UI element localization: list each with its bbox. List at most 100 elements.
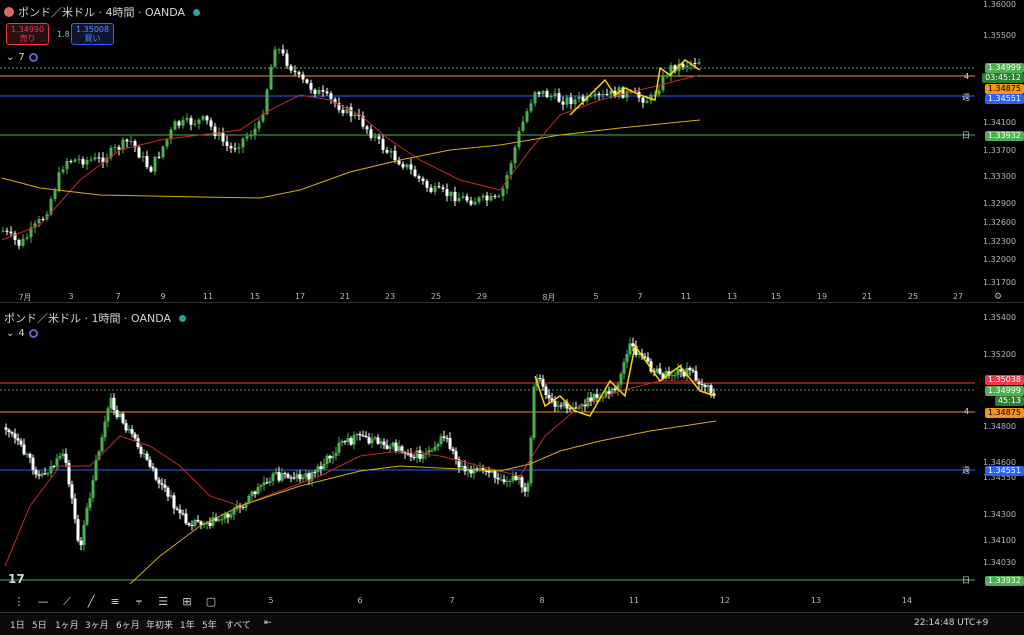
week-tag: 週: [962, 466, 970, 475]
cursor-dots-icon[interactable]: ⋮: [10, 595, 28, 609]
y-axis-tick: 1.32000: [983, 255, 1017, 264]
candle-body: [619, 373, 623, 385]
candle-body: [595, 394, 599, 398]
candle-body: [441, 187, 445, 190]
candle-body: [17, 239, 21, 246]
parallel-channel-icon[interactable]: ☰: [154, 595, 172, 609]
candle-body: [321, 89, 325, 92]
candle-body: [541, 91, 545, 95]
candle-body: [681, 63, 685, 68]
range-3m[interactable]: 3ヶ月: [85, 618, 109, 631]
candle-body: [175, 508, 179, 510]
candle-body: [517, 131, 521, 148]
range-ytd[interactable]: 年初来: [146, 618, 173, 631]
indicators-toggle[interactable]: ⌄ 4: [6, 328, 38, 339]
candle-body: [225, 141, 229, 146]
range-1y[interactable]: 1年: [180, 618, 195, 631]
candle-body: [187, 523, 191, 526]
rectangle-icon[interactable]: ▢: [202, 595, 220, 609]
candle-body: [190, 525, 194, 527]
candle-body: [442, 436, 446, 438]
y-axis-tick: 1.36000: [983, 0, 1017, 9]
candle-body: [658, 368, 662, 374]
candle-body: [259, 485, 263, 488]
x-axis-tick: 7: [115, 292, 121, 301]
indicators-toggle[interactable]: ⌄ 7: [6, 52, 38, 63]
candles: [4, 337, 716, 551]
chart-panel-4h[interactable]: ポンド／米ドル · 4時間 · OANDA 1.34990 売り 1.8 1.3…: [0, 0, 1024, 303]
candle-body: [292, 477, 296, 479]
candle-body: [532, 386, 536, 438]
candle-body: [553, 400, 557, 407]
candle-body: [265, 89, 269, 114]
candle-body: [568, 408, 572, 410]
candle-body: [153, 156, 157, 172]
chart-canvas-1h[interactable]: [0, 306, 1024, 608]
candle-body: [661, 75, 665, 91]
range-1m[interactable]: 1ヶ月: [55, 618, 79, 631]
candle-body: [541, 378, 545, 387]
range-1d[interactable]: 1日: [10, 618, 25, 631]
horizontal-line-icon[interactable]: —: [34, 595, 52, 609]
candle-body: [149, 167, 153, 172]
candle-body: [417, 176, 421, 179]
week-tag: 週: [962, 93, 970, 102]
drawing-toolbar[interactable]: ⋮ — ⟋ ╱ ≡ ⫧ ☰ ⊞ ▢: [10, 592, 220, 612]
candle-body: [289, 65, 293, 71]
pitchfork-icon[interactable]: ⫧: [130, 595, 148, 609]
sell-button[interactable]: 1.34990 売り: [6, 23, 50, 45]
candle-body: [10, 432, 14, 434]
x-axis-tick: 13: [726, 292, 738, 301]
candle-body: [610, 388, 614, 394]
indicator-settings-icon[interactable]: [28, 53, 38, 62]
candle-body: [397, 446, 401, 452]
candle-body: [103, 421, 107, 438]
clock[interactable]: 22:14:48 UTC+9: [914, 618, 988, 628]
symbol-title[interactable]: ポンド／米ドル · 4時間 · OANDA: [18, 4, 185, 20]
candle-body: [460, 465, 464, 468]
candle-body: [670, 375, 674, 377]
fib-retracement-icon[interactable]: ≡: [106, 595, 124, 609]
range-6m[interactable]: 6ヶ月: [116, 618, 140, 631]
indicator-count: 4: [18, 328, 25, 339]
buy-button[interactable]: 1.35008 買い: [71, 23, 115, 45]
ray-icon[interactable]: ╱: [82, 595, 100, 609]
candle-body: [201, 116, 205, 120]
symbol-title[interactable]: ポンド／米ドル · 1時間 · OANDA: [4, 310, 171, 326]
chart-settings-icon[interactable]: ⚙: [994, 292, 1002, 302]
candle-body: [331, 455, 335, 459]
x-axis-tick: 3: [68, 292, 74, 301]
symbol-header[interactable]: ポンド／米ドル · 1時間 · OANDA: [4, 310, 186, 326]
grid-icon[interactable]: ⊞: [178, 595, 196, 609]
candle-body: [280, 473, 284, 481]
candle-body: [517, 477, 521, 480]
range-5y[interactable]: 5年: [202, 618, 217, 631]
candle-body: [561, 101, 565, 105]
candle-body: [61, 169, 65, 173]
x-axis-tick: 15: [249, 292, 261, 301]
candle-body: [250, 491, 254, 496]
trend-line-icon[interactable]: ⟋: [58, 595, 76, 609]
candle-body: [457, 197, 461, 202]
candle-body: [593, 93, 597, 96]
range-all[interactable]: すべて: [225, 618, 251, 631]
candle-body: [391, 442, 395, 447]
candle-body: [208, 522, 212, 526]
y-axis-tick: 1.31700: [983, 278, 1017, 287]
chart-panel-1h[interactable]: ポンド／米ドル · 1時間 · OANDA ⌄ 4 1.35400 1.35200…: [0, 306, 1024, 608]
candle-body: [185, 118, 189, 120]
range-5d[interactable]: 5日: [32, 618, 47, 631]
y-axis-tick: 1.34800: [983, 422, 1017, 431]
chart-canvas-4h[interactable]: [0, 0, 1024, 302]
red-line-price-label: 1.35038: [984, 375, 1024, 385]
x-axis-tick: 8: [539, 596, 545, 605]
candle-body: [437, 186, 441, 188]
candle-body: [19, 440, 23, 445]
tradingview-logo: 17: [8, 572, 25, 586]
date-range-icon[interactable]: ⇤: [264, 618, 272, 628]
candle-body: [21, 238, 25, 246]
indicator-settings-icon[interactable]: [28, 329, 38, 338]
symbol-header[interactable]: ポンド／米ドル · 4時間 · OANDA: [4, 4, 200, 20]
candle-body: [249, 135, 253, 137]
candle-body: [237, 147, 241, 149]
